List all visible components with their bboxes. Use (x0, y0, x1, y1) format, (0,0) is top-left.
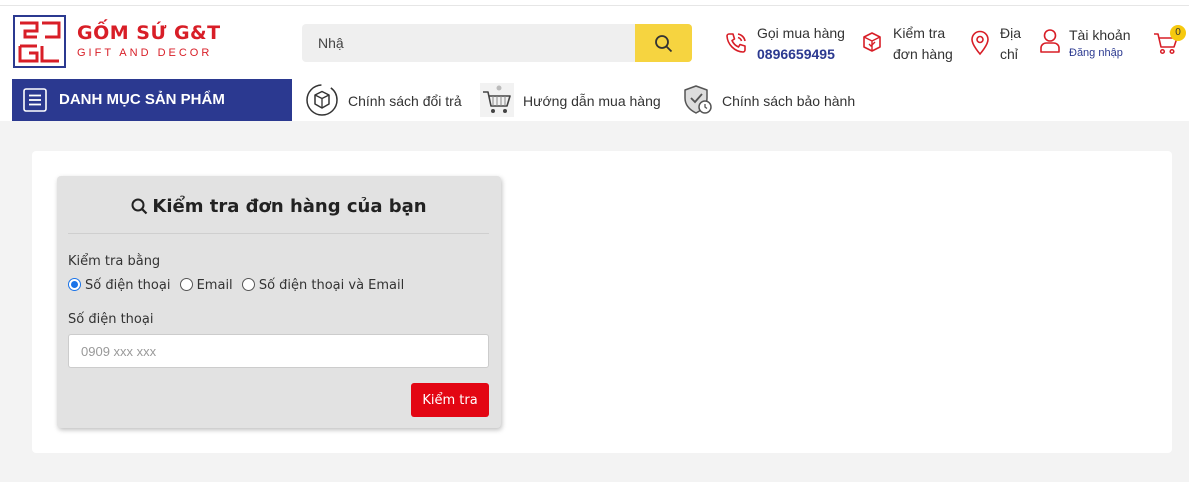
radio-phone-label[interactable]: Số điện thoại (85, 278, 170, 293)
order-check-form: Kiểm tra đơn hàng của bạn Kiểm tra bằng … (57, 176, 501, 428)
address-line1: Địa (1000, 25, 1022, 41)
search-input[interactable] (302, 24, 635, 62)
phone-field[interactable] (68, 334, 489, 368)
account-label: Tài khoản (1069, 27, 1131, 43)
phone-field-label: Số điện thoại (68, 312, 154, 327)
policy-link-return[interactable]: Chính sách đổi trả (305, 83, 470, 117)
search-icon (131, 198, 148, 215)
search-button[interactable] (635, 24, 692, 62)
order-box-icon (863, 32, 881, 52)
account-link[interactable]: Tài khoản Đăng nhập (1039, 22, 1139, 66)
radio-email[interactable] (179, 278, 193, 291)
policy-link-guide[interactable]: Hướng dẫn mua hàng (480, 83, 665, 117)
policy-link-label: Chính sách đổi trả (348, 93, 462, 109)
hotline[interactable]: Gọi mua hàng 0896659495 (724, 22, 849, 66)
shield-clock-icon (684, 85, 712, 114)
search-bar (302, 24, 692, 62)
hotline-number: 0896659495 (757, 46, 835, 62)
check-order-button[interactable]: Kiểm tra (411, 383, 489, 417)
order-check-link[interactable]: Kiểm tra đơn hàng (861, 22, 961, 66)
phone-icon (726, 33, 746, 53)
policy-link-label: Chính sách bảo hành (722, 93, 856, 109)
radio-phone[interactable] (68, 278, 81, 291)
account-sub: Đăng nhập (1069, 47, 1123, 59)
logo-tagline: GIFT AND DECOR (77, 47, 213, 59)
logo-name: GỐM SỨ G&T (77, 22, 221, 44)
shopping-cart-icon (480, 83, 514, 117)
radio-email-label[interactable]: Email (197, 278, 233, 293)
form-title: Kiểm tra đơn hàng của bạn (57, 196, 501, 217)
search-icon (655, 35, 673, 53)
policy-link-warranty[interactable]: Chính sách bảo hành (681, 83, 861, 117)
menu-icon (23, 88, 47, 112)
order-check-line2: đơn hàng (893, 46, 953, 62)
box-return-icon (306, 84, 338, 116)
form-title-text: Kiểm tra đơn hàng của bạn (152, 196, 427, 217)
radio-phone-and-email-label[interactable]: Số điện thoại và Email (259, 278, 404, 293)
order-check-line1: Kiểm tra (893, 25, 946, 41)
hotline-label: Gọi mua hàng (757, 25, 845, 41)
cart-count-badge: 0 (1170, 25, 1186, 41)
radio-phone-and-email[interactable] (241, 278, 255, 291)
user-icon (1040, 29, 1060, 53)
category-menu-label: DANH MỤC SẢN PHẨM (59, 91, 225, 108)
policy-link-label: Hướng dẫn mua hàng (523, 93, 661, 109)
logo-mark-icon (13, 15, 66, 68)
site-logo[interactable]: GỐM SỨ G&T GIFT AND DECOR (13, 15, 221, 68)
category-menu-button[interactable]: DANH MỤC SẢN PHẨM (12, 79, 292, 121)
location-pin-icon (971, 30, 989, 56)
top-divider (0, 5, 1189, 6)
form-divider (68, 233, 489, 234)
address-line2: chỉ (1000, 46, 1018, 62)
check-by-label: Kiểm tra bằng (68, 254, 161, 269)
site-header: GỐM SỨ G&T GIFT AND DECOR Gọi mua hàng 0… (0, 0, 1189, 121)
address-link[interactable]: Địa chỉ (970, 22, 1030, 66)
check-method-options: Số điện thoại Email Số điện thoại và Ema… (68, 278, 409, 294)
